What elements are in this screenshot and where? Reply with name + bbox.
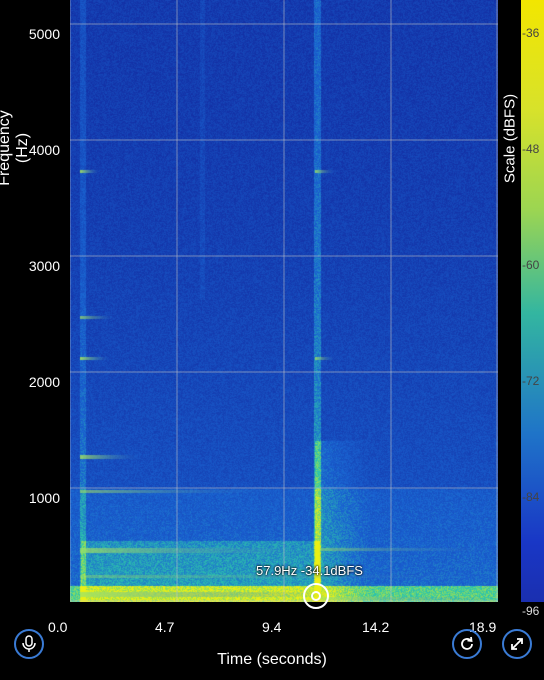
expand-button[interactable] [502, 629, 532, 659]
x-tick-label: 0.0 [48, 619, 68, 635]
cursor-marker[interactable] [303, 583, 329, 609]
y-tick-label: 3000 [28, 258, 60, 274]
spectrogram-plot[interactable] [70, 0, 498, 602]
refresh-button[interactable] [452, 629, 482, 659]
y-tick-label: 5000 [28, 26, 60, 42]
scale-tick-label: -96 [522, 604, 540, 618]
scale-tick-label: -72 [522, 374, 540, 388]
x-tick-label: 14.2 [362, 619, 390, 635]
y-tick-label: 4000 [28, 142, 60, 158]
microphone-icon [22, 635, 36, 652]
x-tick-label: 4.7 [155, 619, 175, 635]
y-tick-label: 1000 [28, 490, 60, 506]
scale-tick-label: -36 [522, 26, 540, 40]
scale-tick-label: -84 [522, 490, 540, 504]
scale-label: Scale (dBFS) [501, 93, 519, 184]
x-tick-label: 9.4 [262, 619, 282, 635]
scale-tick-label: -48 [522, 142, 540, 156]
grid-lines [70, 0, 498, 602]
color-scale-bar [521, 0, 544, 602]
expand-icon [511, 638, 523, 650]
microphone-button[interactable] [14, 629, 44, 659]
cursor-readout: 57.9Hz -34.1dBFS [256, 563, 363, 578]
scale-tick-label: -60 [522, 258, 540, 272]
y-tick-label: 2000 [28, 374, 60, 390]
refresh-icon [461, 636, 473, 650]
